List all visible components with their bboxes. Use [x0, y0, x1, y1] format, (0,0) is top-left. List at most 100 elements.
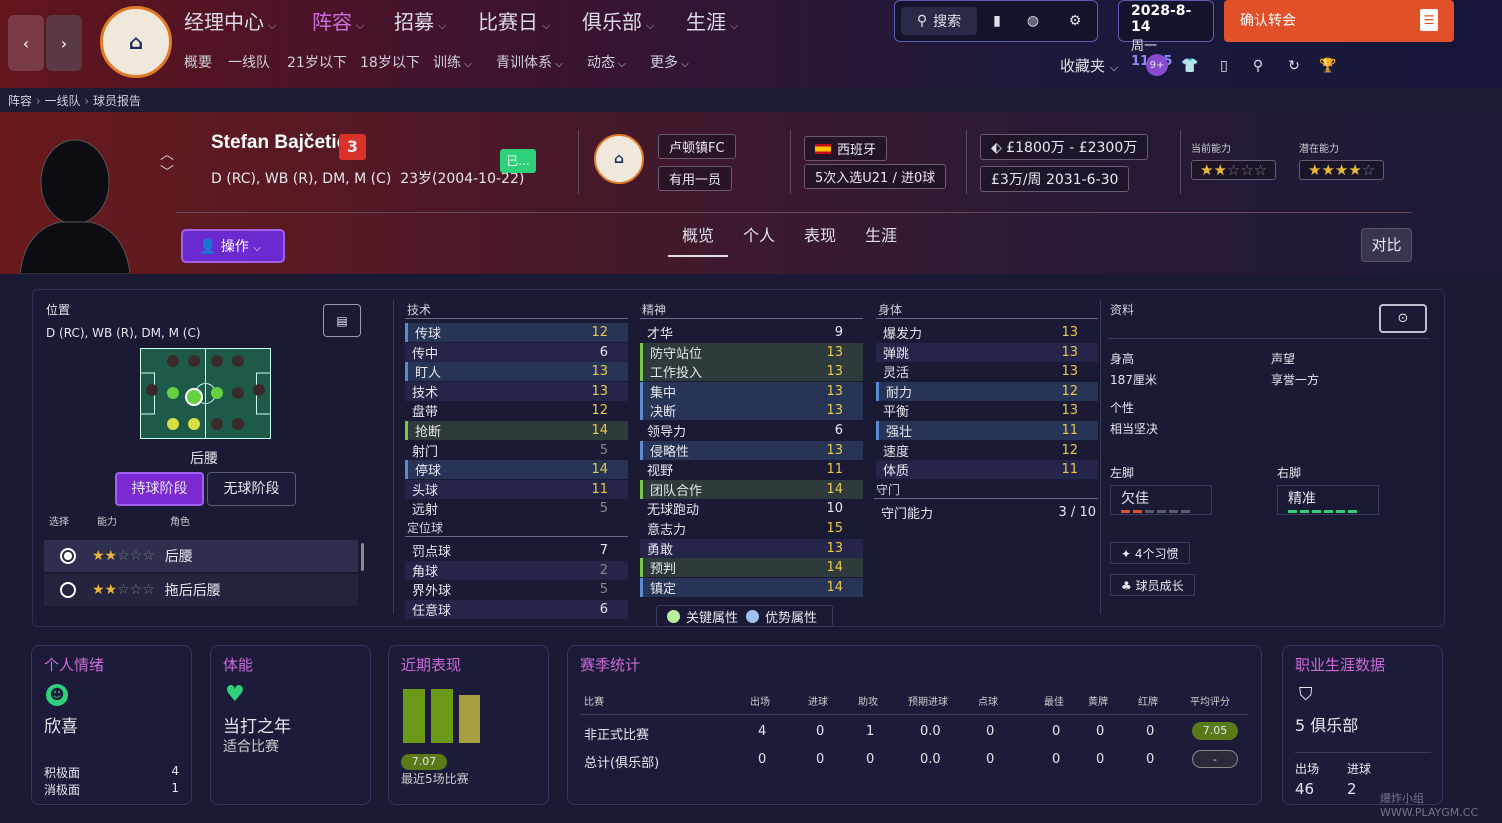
- settings-button[interactable]: ⚙: [1063, 9, 1087, 33]
- phase-in-possession[interactable]: 持球阶段: [115, 472, 204, 506]
- nationality[interactable]: 西班牙: [804, 136, 888, 161]
- actions-dropdown[interactable]: 👤 操作 ⌵: [181, 229, 285, 263]
- attribute-row[interactable]: 体质 11: [876, 460, 1098, 480]
- search-button[interactable]: ⚲ 搜索: [901, 7, 977, 35]
- roles-scrollbar[interactable]: [361, 543, 364, 571]
- role-row[interactable]: ★★☆☆☆ 后腰: [44, 540, 358, 572]
- phase-out-possession[interactable]: 无球阶段: [207, 472, 296, 506]
- submenu-youth[interactable]: 青训体系 ⌵: [496, 52, 563, 72]
- club-crest[interactable]: ⌂: [100, 6, 172, 78]
- phone-button[interactable]: ▯: [1214, 56, 1234, 76]
- attribute-row[interactable]: 弹跳 13: [876, 342, 1098, 362]
- kit-button[interactable]: 👕: [1180, 56, 1200, 76]
- attribute-row[interactable]: 视野 11: [640, 460, 863, 479]
- habits-button[interactable]: ✦ 4个习惯: [1110, 542, 1190, 564]
- attribute-row[interactable]: 强壮 11: [876, 421, 1098, 440]
- scout-button[interactable]: ⚲: [1248, 56, 1268, 76]
- compare-button[interactable]: 对比: [1361, 228, 1412, 262]
- submenu-dynamics[interactable]: 动态 ⌵: [587, 52, 626, 72]
- breadcrumb-squad[interactable]: 阵容: [8, 94, 32, 108]
- attribute-row[interactable]: 决断 13: [640, 401, 863, 421]
- info-options-button[interactable]: ⊙: [1379, 304, 1427, 333]
- chat-button[interactable]: 9+: [1146, 54, 1168, 76]
- season-stats-card[interactable]: 赛季统计 比赛 出场 进球 助攻 预期进球 点球 最佳 黄牌 红牌 平均评分 非正式比赛 4 0 1 0.0…: [567, 645, 1262, 805]
- breadcrumb-first-team[interactable]: 一线队: [44, 94, 80, 108]
- right-foot-value: 精准: [1288, 491, 1316, 507]
- attribute-row[interactable]: 速度 12: [876, 441, 1098, 460]
- previous-player-button[interactable]: ︿: [160, 144, 174, 164]
- forward-button[interactable]: ›: [46, 15, 82, 71]
- career-card[interactable]: 职业生涯数据 ⛉ 5 俱乐部 出场 进球 46 2: [1282, 645, 1443, 805]
- attribute-row[interactable]: 角球 2: [405, 560, 628, 580]
- attribute-row[interactable]: 勇敢 13: [640, 538, 863, 558]
- attribute-row[interactable]: 头球 11: [405, 479, 628, 499]
- attribute-row[interactable]: 工作投入 13: [640, 362, 863, 382]
- table-cell: 0: [758, 752, 767, 767]
- attribute-row[interactable]: 传中 6: [405, 342, 628, 362]
- attribute-row[interactable]: 无球跑动 10: [640, 499, 863, 518]
- world-button[interactable]: ◍: [1021, 9, 1045, 33]
- submenu-u21[interactable]: 21岁以下: [287, 52, 347, 72]
- menu-squad[interactable]: 阵容 ⌵: [312, 6, 364, 35]
- continue-button[interactable]: 确认转会 ☰: [1224, 0, 1454, 42]
- fitness-card[interactable]: 体能 ♥ 当打之年 适合比赛: [210, 645, 371, 805]
- table-cell: 0: [1146, 724, 1155, 739]
- attribute-row[interactable]: 远射 5: [405, 499, 628, 518]
- date-display[interactable]: 2028-8-14 周一 11:15: [1118, 0, 1214, 69]
- menu-club[interactable]: 俱乐部 ⌵: [582, 6, 654, 35]
- attribute-row[interactable]: 灵活 13: [876, 362, 1098, 381]
- menu-recruitment[interactable]: 招募 ⌵: [394, 6, 446, 35]
- submenu-u18[interactable]: 18岁以下: [360, 52, 420, 72]
- development-button[interactable]: ♣ 球员成长: [1110, 574, 1195, 596]
- attribute-row[interactable]: 团队合作 14: [640, 479, 863, 499]
- attribute-row[interactable]: 集中 13: [640, 381, 863, 401]
- club-name[interactable]: 卢顿镇FC: [658, 134, 736, 159]
- morale-card[interactable]: 个人情绪 ☻ 欣喜 积极面 4 消极面 1: [31, 645, 192, 805]
- attribute-row[interactable]: 界外球 5: [405, 580, 628, 599]
- favorites-dropdown[interactable]: 收藏夹 ⌵: [1060, 55, 1118, 76]
- menu-career[interactable]: 生涯 ⌵: [686, 6, 738, 35]
- attribute-row[interactable]: 领导力 6: [640, 421, 863, 440]
- attribute-row[interactable]: 爆发力 13: [876, 323, 1098, 342]
- form-card[interactable]: 近期表现 7.07 最近5场比赛: [388, 645, 549, 805]
- radio-unselected[interactable]: [60, 582, 76, 598]
- status-badge[interactable]: 已...: [500, 149, 536, 173]
- attribute-row[interactable]: 才华 9: [640, 323, 863, 342]
- bookmark-button[interactable]: ▮: [985, 9, 1009, 33]
- attribute-row[interactable]: 侵略性 13: [640, 440, 863, 460]
- attribute-row[interactable]: 盘带 12: [405, 401, 628, 420]
- attribute-row[interactable]: 耐力 12: [876, 381, 1098, 401]
- tab-performance[interactable]: 表现: [804, 222, 836, 246]
- menu-matchday[interactable]: 比赛日 ⌵: [478, 6, 550, 35]
- back-button[interactable]: ‹: [8, 15, 44, 71]
- menu-manager-center[interactable]: 经理中心 ⌵: [184, 6, 276, 35]
- position-view-button[interactable]: ▤: [323, 304, 361, 337]
- submenu-training[interactable]: 训练 ⌵: [433, 52, 472, 72]
- tab-overview[interactable]: 概览: [682, 222, 714, 246]
- attribute-row[interactable]: 防守站位 13: [640, 342, 863, 362]
- tab-career[interactable]: 生涯: [865, 222, 897, 246]
- attribute-row[interactable]: 意志力 15: [640, 519, 863, 538]
- attribute-row[interactable]: 射门 5: [405, 441, 628, 460]
- trophy-button[interactable]: 🏆: [1318, 56, 1338, 76]
- apps-value: 46: [1295, 780, 1315, 798]
- role-row[interactable]: ★★☆☆☆ 拖后后腰: [44, 574, 358, 606]
- attribute-row[interactable]: 任意球 6: [405, 599, 628, 619]
- attribute-row[interactable]: 罚点球 7: [405, 541, 628, 560]
- attribute-row[interactable]: 镇定 14: [640, 577, 863, 597]
- attribute-row[interactable]: 停球 14: [405, 460, 628, 480]
- attribute-row[interactable]: 抢断 14: [405, 421, 628, 440]
- attribute-row[interactable]: 平衡 13: [876, 401, 1098, 420]
- attribute-row[interactable]: 预判 14: [640, 558, 863, 578]
- submenu-more[interactable]: 更多 ⌵: [650, 52, 689, 72]
- submenu-first-team[interactable]: 一线队: [228, 52, 270, 72]
- tab-personal[interactable]: 个人: [743, 222, 775, 246]
- next-player-button[interactable]: ﹀: [160, 162, 174, 182]
- refresh-button[interactable]: ↻: [1284, 56, 1304, 76]
- attribute-row[interactable]: 传球 12: [405, 323, 628, 342]
- attribute-row[interactable]: 盯人 13: [405, 362, 628, 382]
- radio-selected[interactable]: [60, 548, 76, 564]
- attribute-row[interactable]: 技术 13: [405, 381, 628, 401]
- submenu-overview[interactable]: 概要: [184, 52, 212, 72]
- club-logo[interactable]: ⌂: [594, 134, 644, 184]
